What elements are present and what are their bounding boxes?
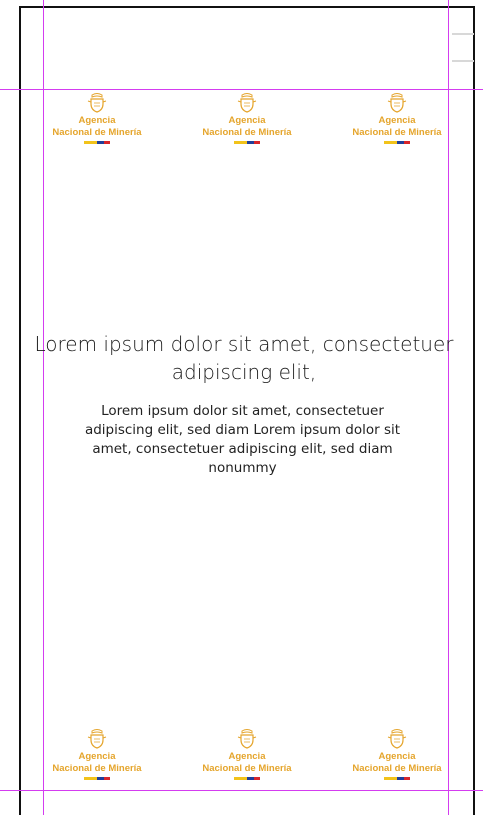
headline: Lorem ipsum dolor sit amet, consectetuer… — [34, 332, 454, 384]
agency-logo: Agencia Nacional de Minería — [37, 92, 157, 144]
agency-logo: Agencia Nacional de Minería — [187, 92, 307, 144]
flag-bar — [234, 141, 260, 144]
agency-name-line2: Nacional de Minería — [352, 763, 442, 774]
agency-name-line2: Nacional de Minería — [202, 763, 292, 774]
flag-bar — [84, 141, 110, 144]
flag-bar — [234, 777, 260, 780]
coat-of-arms-icon — [387, 93, 407, 113]
agency-name-line1: Agencia — [78, 115, 116, 126]
coat-of-arms-icon — [237, 729, 257, 749]
agency-name-line1: Agencia — [378, 751, 416, 762]
ruler-tick — [452, 33, 474, 35]
coat-of-arms-icon — [387, 729, 407, 749]
coat-of-arms-icon — [87, 93, 107, 113]
agency-name-line1: Agencia — [228, 751, 266, 762]
flag-bar — [84, 777, 110, 780]
agency-name-line1: Agencia — [378, 115, 416, 126]
agency-name-line2: Nacional de Minería — [202, 127, 292, 138]
logo-row-top: Agencia Nacional de Minería Agencia Naci… — [0, 92, 483, 162]
coat-of-arms-icon — [87, 729, 107, 749]
agency-name-line1: Agencia — [78, 751, 116, 762]
agency-name-line2: Nacional de Minería — [52, 127, 142, 138]
agency-name-line2: Nacional de Minería — [52, 763, 142, 774]
body-paragraph: Lorem ipsum dolor sit amet, consectetuer… — [84, 403, 401, 476]
coat-of-arms-icon — [237, 93, 257, 113]
agency-name-line2: Nacional de Minería — [352, 127, 442, 138]
agency-name-line1: Agencia — [228, 115, 266, 126]
logo-row-bottom: Agencia Nacional de Minería Agencia Naci… — [0, 728, 483, 798]
agency-logo: Agencia Nacional de Minería — [337, 92, 457, 144]
flag-bar — [384, 141, 410, 144]
agency-logo: Agencia Nacional de Minería — [37, 728, 157, 780]
ruler-tick — [452, 60, 474, 62]
agency-logo: Agencia Nacional de Minería — [187, 728, 307, 780]
flag-bar — [384, 777, 410, 780]
agency-logo: Agencia Nacional de Minería — [337, 728, 457, 780]
guide-line-top — [0, 89, 483, 90]
